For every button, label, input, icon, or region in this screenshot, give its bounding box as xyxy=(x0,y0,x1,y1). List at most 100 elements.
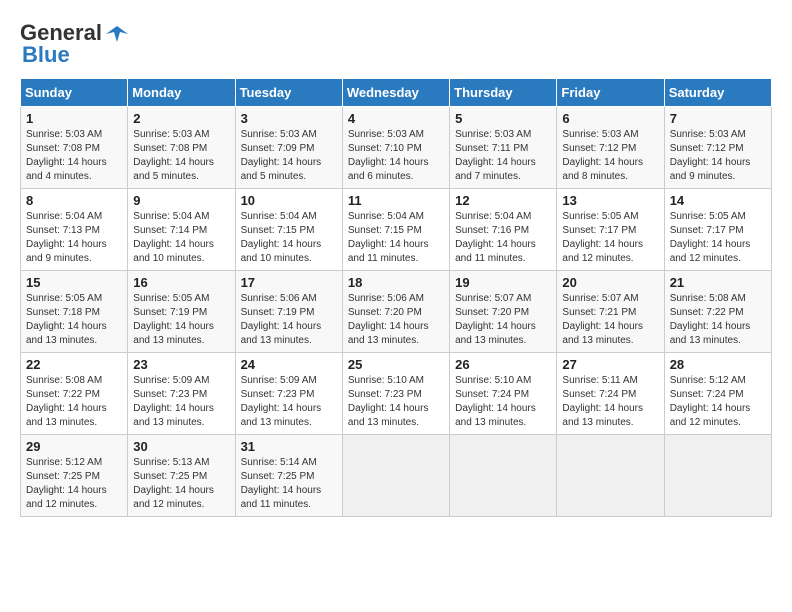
day-number: 12 xyxy=(455,193,551,208)
calendar-cell: 10 Sunrise: 5:04 AM Sunset: 7:15 PM Dayli… xyxy=(235,189,342,271)
calendar-cell: 9 Sunrise: 5:04 AM Sunset: 7:14 PM Daylig… xyxy=(128,189,235,271)
calendar-cell: 7 Sunrise: 5:03 AM Sunset: 7:12 PM Daylig… xyxy=(664,107,771,189)
day-number: 20 xyxy=(562,275,658,290)
day-number: 27 xyxy=(562,357,658,372)
calendar-week-row: 29 Sunrise: 5:12 AM Sunset: 7:25 PM Dayli… xyxy=(21,435,772,517)
calendar-cell: 3Sunrise: 5:03 AM Sunset: 7:09 PM Daylig… xyxy=(235,107,342,189)
day-number: 30 xyxy=(133,439,229,454)
calendar-header-row: SundayMondayTuesdayWednesdayThursdayFrid… xyxy=(21,79,772,107)
calendar-cell: 22 Sunrise: 5:08 AM Sunset: 7:22 PM Dayli… xyxy=(21,353,128,435)
calendar-cell: 6Sunrise: 5:03 AM Sunset: 7:12 PM Daylig… xyxy=(557,107,664,189)
day-info: Sunrise: 5:06 AM Sunset: 7:20 PM Dayligh… xyxy=(348,292,444,348)
calendar-cell: 23Sunrise: 5:09 AM Sunset: 7:23 PM Dayli… xyxy=(128,353,235,435)
day-info: Sunrise: 5:05 AM Sunset: 7:19 PM Dayligh… xyxy=(133,292,229,348)
day-info: Sunrise: 5:12 AM Sunset: 7:25 PM Dayligh… xyxy=(26,456,122,512)
calendar-cell xyxy=(450,435,557,517)
column-header-thursday: Thursday xyxy=(450,79,557,107)
day-number: 28 xyxy=(670,357,766,372)
day-info: Sunrise: 5:03 AM Sunset: 7:10 PM Dayligh… xyxy=(348,128,444,184)
logo-blue: Blue xyxy=(22,42,70,68)
column-header-tuesday: Tuesday xyxy=(235,79,342,107)
calendar-cell: 8 Sunrise: 5:04 AM Sunset: 7:13 PM Daylig… xyxy=(21,189,128,271)
calendar-cell: 26 Sunrise: 5:10 AM Sunset: 7:24 PM Dayli… xyxy=(450,353,557,435)
day-number: 11 xyxy=(348,193,444,208)
day-info: Sunrise: 5:03 AM Sunset: 7:08 PM Dayligh… xyxy=(133,128,229,184)
calendar-week-row: 15 Sunrise: 5:05 AM Sunset: 7:18 PM Dayli… xyxy=(21,271,772,353)
day-info: Sunrise: 5:07 AM Sunset: 7:21 PM Dayligh… xyxy=(562,292,658,348)
calendar-cell: 27 Sunrise: 5:11 AM Sunset: 7:24 PM Dayli… xyxy=(557,353,664,435)
calendar-cell: 21 Sunrise: 5:08 AM Sunset: 7:22 PM Dayli… xyxy=(664,271,771,353)
calendar-cell xyxy=(342,435,449,517)
day-info: Sunrise: 5:04 AM Sunset: 7:14 PM Dayligh… xyxy=(133,210,229,266)
logo-bird-icon xyxy=(106,24,128,42)
calendar-cell: 25 Sunrise: 5:10 AM Sunset: 7:23 PM Dayli… xyxy=(342,353,449,435)
column-header-sunday: Sunday xyxy=(21,79,128,107)
column-header-wednesday: Wednesday xyxy=(342,79,449,107)
calendar-cell: 14 Sunrise: 5:05 AM Sunset: 7:17 PM Dayli… xyxy=(664,189,771,271)
day-info: Sunrise: 5:09 AM Sunset: 7:23 PM Dayligh… xyxy=(241,374,337,430)
day-number: 8 xyxy=(26,193,122,208)
day-number: 25 xyxy=(348,357,444,372)
day-info: Sunrise: 5:03 AM Sunset: 7:12 PM Dayligh… xyxy=(562,128,658,184)
day-info: Sunrise: 5:03 AM Sunset: 7:12 PM Dayligh… xyxy=(670,128,766,184)
logo: General Blue xyxy=(20,20,128,68)
calendar-cell: 29 Sunrise: 5:12 AM Sunset: 7:25 PM Dayli… xyxy=(21,435,128,517)
calendar-cell xyxy=(557,435,664,517)
calendar-cell: 1 Sunrise: 5:03 AM Sunset: 7:08 PM Daylig… xyxy=(21,107,128,189)
day-number: 10 xyxy=(241,193,337,208)
page-header: General Blue xyxy=(20,20,772,68)
day-info: Sunrise: 5:08 AM Sunset: 7:22 PM Dayligh… xyxy=(26,374,122,430)
day-number: 24 xyxy=(241,357,337,372)
day-number: 31 xyxy=(241,439,337,454)
day-info: Sunrise: 5:08 AM Sunset: 7:22 PM Dayligh… xyxy=(670,292,766,348)
day-info: Sunrise: 5:09 AM Sunset: 7:23 PM Dayligh… xyxy=(133,374,229,430)
day-info: Sunrise: 5:05 AM Sunset: 7:18 PM Dayligh… xyxy=(26,292,122,348)
day-info: Sunrise: 5:10 AM Sunset: 7:23 PM Dayligh… xyxy=(348,374,444,430)
day-info: Sunrise: 5:04 AM Sunset: 7:16 PM Dayligh… xyxy=(455,210,551,266)
day-number: 26 xyxy=(455,357,551,372)
calendar-week-row: 22 Sunrise: 5:08 AM Sunset: 7:22 PM Dayli… xyxy=(21,353,772,435)
day-number: 7 xyxy=(670,111,766,126)
day-number: 9 xyxy=(133,193,229,208)
calendar-cell: 2Sunrise: 5:03 AM Sunset: 7:08 PM Daylig… xyxy=(128,107,235,189)
day-number: 29 xyxy=(26,439,122,454)
day-info: Sunrise: 5:07 AM Sunset: 7:20 PM Dayligh… xyxy=(455,292,551,348)
calendar-week-row: 1 Sunrise: 5:03 AM Sunset: 7:08 PM Daylig… xyxy=(21,107,772,189)
column-header-friday: Friday xyxy=(557,79,664,107)
calendar-cell: 5 Sunrise: 5:03 AM Sunset: 7:11 PM Daylig… xyxy=(450,107,557,189)
calendar-week-row: 8 Sunrise: 5:04 AM Sunset: 7:13 PM Daylig… xyxy=(21,189,772,271)
calendar-table: SundayMondayTuesdayWednesdayThursdayFrid… xyxy=(20,78,772,517)
day-number: 22 xyxy=(26,357,122,372)
day-info: Sunrise: 5:04 AM Sunset: 7:15 PM Dayligh… xyxy=(348,210,444,266)
day-number: 5 xyxy=(455,111,551,126)
calendar-cell: 16 Sunrise: 5:05 AM Sunset: 7:19 PM Dayli… xyxy=(128,271,235,353)
calendar-cell: 31Sunrise: 5:14 AM Sunset: 7:25 PM Dayli… xyxy=(235,435,342,517)
day-number: 14 xyxy=(670,193,766,208)
calendar-cell: 17Sunrise: 5:06 AM Sunset: 7:19 PM Dayli… xyxy=(235,271,342,353)
day-info: Sunrise: 5:12 AM Sunset: 7:24 PM Dayligh… xyxy=(670,374,766,430)
calendar-cell: 20 Sunrise: 5:07 AM Sunset: 7:21 PM Dayli… xyxy=(557,271,664,353)
calendar-cell: 19Sunrise: 5:07 AM Sunset: 7:20 PM Dayli… xyxy=(450,271,557,353)
day-info: Sunrise: 5:03 AM Sunset: 7:09 PM Dayligh… xyxy=(241,128,337,184)
day-number: 21 xyxy=(670,275,766,290)
calendar-cell xyxy=(664,435,771,517)
calendar-cell: 15 Sunrise: 5:05 AM Sunset: 7:18 PM Dayli… xyxy=(21,271,128,353)
day-number: 16 xyxy=(133,275,229,290)
day-info: Sunrise: 5:04 AM Sunset: 7:15 PM Dayligh… xyxy=(241,210,337,266)
day-info: Sunrise: 5:03 AM Sunset: 7:08 PM Dayligh… xyxy=(26,128,122,184)
day-number: 18 xyxy=(348,275,444,290)
day-info: Sunrise: 5:03 AM Sunset: 7:11 PM Dayligh… xyxy=(455,128,551,184)
day-info: Sunrise: 5:10 AM Sunset: 7:24 PM Dayligh… xyxy=(455,374,551,430)
calendar-cell: 28 Sunrise: 5:12 AM Sunset: 7:24 PM Dayli… xyxy=(664,353,771,435)
day-info: Sunrise: 5:05 AM Sunset: 7:17 PM Dayligh… xyxy=(670,210,766,266)
day-number: 1 xyxy=(26,111,122,126)
day-number: 17 xyxy=(241,275,337,290)
day-info: Sunrise: 5:11 AM Sunset: 7:24 PM Dayligh… xyxy=(562,374,658,430)
calendar-cell: 4Sunrise: 5:03 AM Sunset: 7:10 PM Daylig… xyxy=(342,107,449,189)
column-header-saturday: Saturday xyxy=(664,79,771,107)
calendar-cell: 11 Sunrise: 5:04 AM Sunset: 7:15 PM Dayli… xyxy=(342,189,449,271)
column-header-monday: Monday xyxy=(128,79,235,107)
day-number: 15 xyxy=(26,275,122,290)
day-info: Sunrise: 5:04 AM Sunset: 7:13 PM Dayligh… xyxy=(26,210,122,266)
day-number: 13 xyxy=(562,193,658,208)
